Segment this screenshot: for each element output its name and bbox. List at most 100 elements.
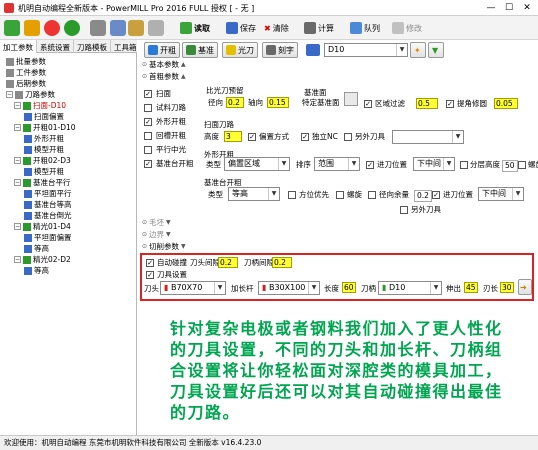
- extra-tool-select[interactable]: ▼: [392, 130, 464, 144]
- dir-opt-checkbox[interactable]: [288, 191, 296, 199]
- open-rough-button[interactable]: 开粗: [144, 42, 180, 58]
- head-gap-input[interactable]: 0.2: [218, 257, 238, 268]
- grid-icon[interactable]: [4, 20, 20, 36]
- test-path-checkbox[interactable]: [144, 104, 152, 112]
- entry2-checkbox[interactable]: ✓: [432, 191, 440, 199]
- tree-item[interactable]: − 精光01-D4: [14, 221, 71, 232]
- section-basic-params[interactable]: ⊙ 基本参数 ▲: [142, 60, 186, 70]
- tool-setting-checkbox[interactable]: ✓: [146, 271, 154, 279]
- section-first-rough-params[interactable]: ⊙ 首粗参数 ▲: [142, 72, 186, 82]
- tree-item[interactable]: − 开粗01-D10: [14, 122, 76, 133]
- region-filter-input[interactable]: 0.5: [416, 98, 438, 109]
- tree-item[interactable]: − 开粗02-D3: [14, 155, 71, 166]
- section-light-knife[interactable]: ⊙ 毛坯 ▼: [142, 218, 171, 228]
- tool-icon[interactable]: [110, 20, 126, 36]
- tab-system-settings[interactable]: 系统设置: [37, 40, 74, 53]
- tool-select[interactable]: D10 ▼: [324, 43, 408, 57]
- tree-item[interactable]: 外形开粗: [24, 133, 64, 144]
- flat-light-checkbox[interactable]: [144, 146, 152, 154]
- radial-rest-input[interactable]: 0.2: [414, 190, 432, 202]
- calc-button[interactable]: 计算: [304, 20, 334, 36]
- datum-face-pick-icon[interactable]: [344, 92, 358, 106]
- outer-rough-checkbox[interactable]: ✓: [144, 118, 152, 126]
- collapse-icon[interactable]: −: [14, 179, 21, 186]
- extra-tool-checkbox[interactable]: [344, 133, 352, 141]
- tab-machining-params[interactable]: 加工参数: [0, 40, 37, 53]
- collapse-icon[interactable]: −: [14, 256, 21, 263]
- return-rough-checkbox[interactable]: [144, 132, 152, 140]
- datum-button[interactable]: 基准: [182, 42, 218, 58]
- tree-item[interactable]: − 精光02-D2: [14, 254, 71, 265]
- auto-collision-checkbox[interactable]: ✓: [146, 259, 154, 267]
- length-input[interactable]: 60: [342, 282, 356, 293]
- entry2-select[interactable]: 下中间 ▼: [478, 187, 524, 201]
- type-select[interactable]: 偏置区域 ▼: [224, 157, 290, 171]
- maximize-button[interactable]: ☐: [502, 2, 516, 14]
- delete-button[interactable]: ✖ 清除: [264, 20, 289, 36]
- section-boundary[interactable]: ⊙ 边界 ▼: [142, 230, 171, 240]
- tool-lib-icon[interactable]: [306, 44, 320, 56]
- tree-item[interactable]: 平坦面平行: [24, 188, 72, 199]
- tree-item[interactable]: 批量参数: [6, 56, 46, 67]
- minimize-button[interactable]: —: [484, 2, 498, 14]
- layer-height-input[interactable]: 50: [502, 160, 518, 172]
- folder-icon[interactable]: [24, 20, 40, 36]
- tool-star-button[interactable]: ✦: [410, 42, 426, 58]
- close-button[interactable]: ✕: [520, 2, 534, 14]
- collapse-icon[interactable]: −: [14, 223, 21, 230]
- add-icon[interactable]: [64, 20, 80, 36]
- wrench-icon[interactable]: [90, 20, 106, 36]
- order-select[interactable]: 范围 ▼: [314, 157, 360, 171]
- radial-input[interactable]: 0.2: [226, 97, 244, 108]
- tree-item[interactable]: 后期参数: [6, 78, 46, 89]
- entry-select[interactable]: 下中间 ▼: [413, 157, 455, 171]
- engrave-button[interactable]: 刻字: [262, 42, 298, 58]
- tree-item[interactable]: 等高: [24, 265, 49, 276]
- light-knife-button[interactable]: 光刀: [222, 42, 258, 58]
- layer-height-checkbox[interactable]: [460, 161, 468, 169]
- collapse-icon[interactable]: −: [14, 102, 21, 109]
- tree-item[interactable]: − 基准台平行: [14, 177, 71, 188]
- stick-input[interactable]: 45: [464, 282, 478, 293]
- shank-gap-input[interactable]: 0.2: [272, 257, 292, 268]
- tree-item[interactable]: − 扫面-D10: [14, 100, 66, 111]
- hand-icon[interactable]: [128, 20, 144, 36]
- datum-rough-checkbox[interactable]: ✓: [144, 160, 152, 168]
- tree-item[interactable]: 等高: [24, 243, 49, 254]
- tree-item[interactable]: 模型开粗: [24, 166, 64, 177]
- collapse-icon[interactable]: −: [14, 157, 21, 164]
- tab-path-template[interactable]: 刀路模板: [74, 40, 111, 53]
- tree-item[interactable]: 扫面偏置: [24, 111, 64, 122]
- spiral-checkbox[interactable]: [518, 161, 526, 169]
- lift-input[interactable]: 0.05: [494, 98, 518, 109]
- spiral2-checkbox[interactable]: [336, 191, 344, 199]
- read-button[interactable]: 读取: [180, 20, 210, 36]
- type2-select[interactable]: 等高 ▼: [228, 187, 280, 201]
- tree-item[interactable]: 基准台等高: [24, 199, 72, 210]
- queue-button[interactable]: 队列: [350, 20, 380, 36]
- blade-input[interactable]: 30: [500, 282, 514, 293]
- tool-down-button[interactable]: ▼: [428, 42, 444, 58]
- offset-checkbox[interactable]: ✓: [248, 133, 256, 141]
- ext-select[interactable]: ▮ B30X100 ▼: [258, 281, 320, 295]
- ruler-icon[interactable]: [148, 20, 164, 36]
- save-button[interactable]: 保存: [226, 20, 256, 36]
- entry-checkbox[interactable]: ✓: [366, 161, 374, 169]
- tab-toolbox[interactable]: 工具箱: [111, 40, 141, 53]
- collapse-icon[interactable]: −: [14, 124, 21, 131]
- collapse-icon[interactable]: −: [6, 91, 13, 98]
- stop-icon[interactable]: [44, 20, 60, 36]
- section-cut-params[interactable]: ⊙ 切削参数 ▼: [142, 242, 186, 252]
- region-filter-checkbox[interactable]: ✓: [364, 100, 372, 108]
- extra-tool2-checkbox[interactable]: [400, 206, 408, 214]
- radial-rest-checkbox[interactable]: [368, 191, 376, 199]
- tree-item[interactable]: − 刀路参数: [6, 89, 55, 100]
- sweep-checkbox[interactable]: ✓: [144, 90, 152, 98]
- tree-item[interactable]: 工件参数: [6, 67, 46, 78]
- tree-item[interactable]: 基准台倒光: [24, 210, 72, 221]
- head-select[interactable]: ▮ B70X70 ▼: [160, 281, 226, 295]
- height-input[interactable]: 3: [224, 131, 242, 142]
- holder-select[interactable]: ▮ D10 ▼: [378, 281, 442, 295]
- tool-apply-button[interactable]: ➜: [518, 279, 532, 295]
- axial-input[interactable]: 0.15: [267, 97, 289, 108]
